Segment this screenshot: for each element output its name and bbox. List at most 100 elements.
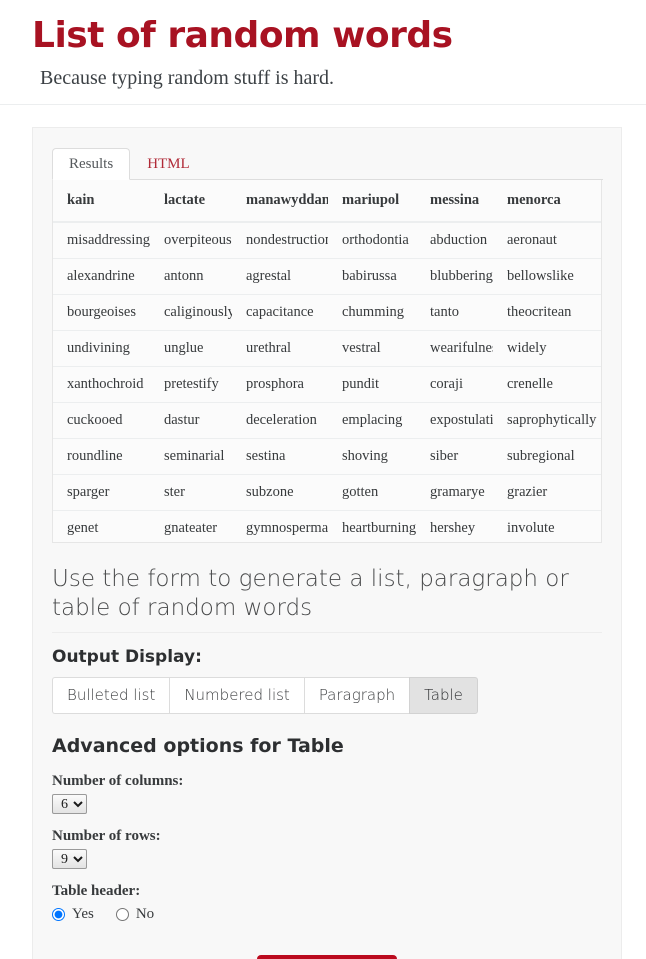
table-cell: shoving — [328, 438, 416, 475]
table-row: cuckooed dastur deceleration emplacing e… — [53, 402, 601, 439]
table-header-cell: mariupol — [328, 180, 416, 224]
rows-label: Number of rows: — [52, 828, 161, 845]
output-display-button-group: Bulleted list Numbered list Paragraph Ta… — [52, 677, 602, 715]
table-header-label: Table header: — [52, 883, 141, 900]
page-title: List of random words — [32, 15, 453, 56]
table-cell: alexandrine — [53, 258, 150, 295]
table-cell: subzone — [232, 474, 328, 511]
output-option-table[interactable]: Table — [409, 677, 478, 715]
table-cell: saprophytically — [493, 402, 601, 439]
table-cell: unglue — [150, 330, 232, 367]
table-cell: nondestruction — [232, 221, 328, 259]
table-header-yes-radio[interactable] — [52, 908, 65, 922]
table-header-cell: lactate — [150, 180, 232, 224]
output-option-numbered-list[interactable]: Numbered list — [169, 677, 304, 715]
table-cell: cuckooed — [53, 402, 150, 439]
table-header-cell: menorca — [493, 180, 601, 224]
table-cell: antonn — [150, 258, 232, 295]
table-header-row: kain lactate manawyddan mariupol messina… — [53, 180, 601, 224]
table-cell: genet — [53, 510, 150, 543]
generate-button[interactable]: Generate! — [257, 955, 397, 959]
table-row: xanthochroid pretestify prosphora pundit… — [53, 366, 601, 403]
table-cell: gnateater — [150, 510, 232, 543]
table-cell: agrestal — [232, 258, 328, 295]
table-body: misaddressing overpiteous nondestruction… — [53, 221, 601, 543]
main-card: Results HTML kain lactate manawyddan mar… — [32, 127, 622, 959]
table-cell: tanto — [416, 294, 493, 331]
output-display-label: Output Display: — [52, 647, 202, 668]
table-cell: aeronaut — [493, 221, 601, 259]
tab-results[interactable]: Results — [52, 148, 131, 181]
table-cell: pundit — [328, 366, 416, 403]
table-header-no-option[interactable]: No — [115, 906, 155, 923]
page-tagline: Because typing random stuff is hard. — [40, 67, 335, 90]
table-cell: babirussa — [328, 258, 416, 295]
table-row: misaddressing overpiteous nondestruction… — [53, 221, 601, 259]
tab-bar: Results HTML — [52, 146, 603, 181]
table-cell: subregional — [493, 438, 601, 475]
table-cell: siber — [416, 438, 493, 475]
table-cell: theocritean — [493, 294, 601, 331]
table-cell: sestina — [232, 438, 328, 475]
columns-select[interactable]: 6 — [52, 794, 87, 815]
table-cell: undivining — [53, 330, 150, 367]
table-cell: heartburning — [328, 510, 416, 543]
generate-button-container: Generate! — [52, 937, 602, 959]
table-header-yes-option[interactable]: Yes — [52, 906, 94, 923]
table-cell: overpiteous — [150, 221, 232, 259]
table-cell: deceleration — [232, 402, 328, 439]
page-header: List of random words Because typing rand… — [0, 0, 646, 106]
table-cell: hershey — [416, 510, 493, 543]
table-cell: caliginously — [150, 294, 232, 331]
table-row: undivining unglue urethral vestral weari… — [53, 330, 601, 367]
table-row: bourgeoises caliginously capacitance chu… — [53, 294, 601, 331]
results-panel: kain lactate manawyddan mariupol messina… — [52, 180, 602, 544]
table-header-cell: messina — [416, 180, 493, 224]
table-header-radio-group: Yes No — [52, 906, 602, 923]
random-words-table: kain lactate manawyddan mariupol messina… — [53, 180, 601, 543]
table-cell: misaddressing — [53, 221, 150, 259]
table-cell: sparger — [53, 474, 150, 511]
table-cell: chumming — [328, 294, 416, 331]
form-section-title: Use the form to generate a list, paragra… — [52, 565, 602, 634]
table-cell: ster — [150, 474, 232, 511]
table-head: kain lactate manawyddan mariupol messina… — [53, 180, 601, 224]
table-header-no-label: No — [135, 906, 155, 923]
table-header-no-radio[interactable] — [115, 908, 129, 922]
table-header-field: Table header: Yes No — [52, 883, 602, 923]
table-cell: capacitance — [232, 294, 328, 331]
table-cell: wearifulness — [416, 330, 493, 367]
table-row: sparger ster subzone gotten gramarye gra… — [53, 474, 601, 511]
table-cell: grazier — [493, 474, 601, 511]
table-scroll-area[interactable]: kain lactate manawyddan mariupol messina… — [53, 180, 601, 543]
table-cell: urethral — [232, 330, 328, 367]
tab-html[interactable]: HTML — [130, 148, 207, 180]
rows-field: Number of rows: 9 — [52, 828, 602, 870]
table-cell: widely — [493, 330, 601, 367]
output-option-bulleted-list[interactable]: Bulleted list — [52, 677, 170, 715]
table-header-yes-label: Yes — [72, 906, 94, 923]
table-cell: crenelle — [493, 366, 601, 403]
table-cell: xanthochroid — [53, 366, 150, 403]
table-row: alexandrine antonn agrestal babirussa bl… — [53, 258, 601, 295]
table-cell: gramarye — [416, 474, 493, 511]
table-cell: emplacing — [328, 402, 416, 439]
table-cell: gymnospermal — [232, 510, 328, 543]
table-cell: abduction — [416, 221, 493, 259]
table-cell: pretestify — [150, 366, 232, 403]
generator-form: Use the form to generate a list, paragra… — [51, 565, 603, 959]
table-cell: prosphora — [232, 366, 328, 403]
table-cell: dastur — [150, 402, 232, 439]
table-cell: roundline — [53, 438, 150, 475]
table-header-cell: kain — [53, 180, 150, 224]
table-cell: seminarial — [150, 438, 232, 475]
table-cell: expostulating — [416, 402, 493, 439]
output-option-paragraph[interactable]: Paragraph — [303, 677, 410, 715]
table-row: roundline seminarial sestina shoving sib… — [53, 438, 601, 475]
rows-select[interactable]: 9 — [52, 849, 87, 870]
table-cell: orthodontia — [328, 221, 416, 259]
table-cell: involute — [493, 510, 601, 543]
columns-field: Number of columns: 6 — [52, 773, 602, 815]
advanced-options-title: Advanced options for Table — [52, 735, 344, 758]
columns-label: Number of columns: — [52, 773, 184, 790]
